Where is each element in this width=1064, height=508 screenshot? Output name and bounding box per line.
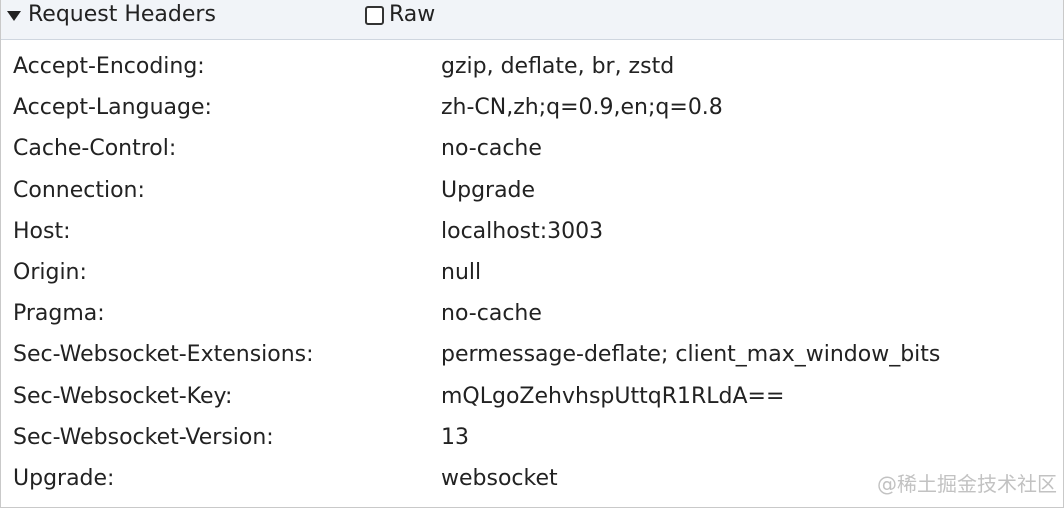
section-header: Request Headers Raw	[1, 0, 1063, 40]
header-value: no-cache	[441, 136, 542, 162]
header-row: Connection: Upgrade	[1, 170, 1063, 211]
header-row: Host: localhost:3003	[1, 211, 1063, 252]
header-name: Origin:	[13, 259, 87, 285]
header-name: Pragma:	[13, 301, 105, 327]
header-row: Accept-Language: zh-CN,zh;q=0.9,en;q=0.8	[1, 87, 1063, 128]
header-row: Sec-Websocket-Extensions: permessage-def…	[1, 334, 1063, 375]
disclosure-triangle-icon[interactable]	[7, 10, 21, 21]
header-value: null	[441, 259, 482, 285]
request-headers-toggle[interactable]: Request Headers	[7, 0, 216, 30]
header-row: Sec-Websocket-Key: mQLgoZehvhspUttqR1RLd…	[1, 376, 1063, 417]
header-value: websocket	[441, 465, 558, 491]
header-value: localhost:3003	[441, 218, 604, 244]
header-name: Accept-Language:	[13, 95, 212, 121]
raw-label: Raw	[389, 2, 436, 27]
watermark: @稀土掘金技术社区	[877, 472, 1057, 496]
header-row: Sec-Websocket-Version: 13	[1, 417, 1063, 458]
header-value: 13	[441, 424, 469, 450]
header-value: permessage-deflate; client_max_window_bi…	[441, 342, 941, 368]
raw-toggle[interactable]: Raw	[365, 0, 435, 30]
header-row: Origin: null	[1, 252, 1063, 293]
header-row: Accept-Encoding: gzip, deflate, br, zstd	[1, 46, 1063, 87]
header-list: Accept-Encoding: gzip, deflate, br, zstd…	[1, 46, 1063, 499]
header-value: zh-CN,zh;q=0.9,en;q=0.8	[441, 95, 723, 121]
header-name: Sec-Websocket-Version:	[13, 424, 274, 450]
header-name: Cache-Control:	[13, 136, 177, 162]
header-name: Accept-Encoding:	[13, 54, 205, 79]
header-value: gzip, deflate, br, zstd	[441, 54, 675, 79]
header-value: mQLgoZehvhspUttqR1RLdA==	[441, 383, 785, 409]
header-name: Sec-Websocket-Extensions:	[13, 342, 314, 368]
header-name: Upgrade:	[13, 465, 115, 491]
header-name: Host:	[13, 218, 71, 244]
header-row: Pragma: no-cache	[1, 293, 1063, 334]
header-value: Upgrade	[441, 177, 536, 203]
section-title: Request Headers	[28, 2, 216, 27]
request-headers-panel: Request Headers Raw Accept-Encoding: gzi…	[0, 0, 1064, 508]
raw-checkbox[interactable]	[365, 5, 384, 25]
header-name: Connection:	[13, 177, 145, 203]
header-value: no-cache	[441, 301, 542, 327]
header-row: Cache-Control: no-cache	[1, 128, 1063, 169]
header-name: Sec-Websocket-Key:	[13, 383, 233, 409]
